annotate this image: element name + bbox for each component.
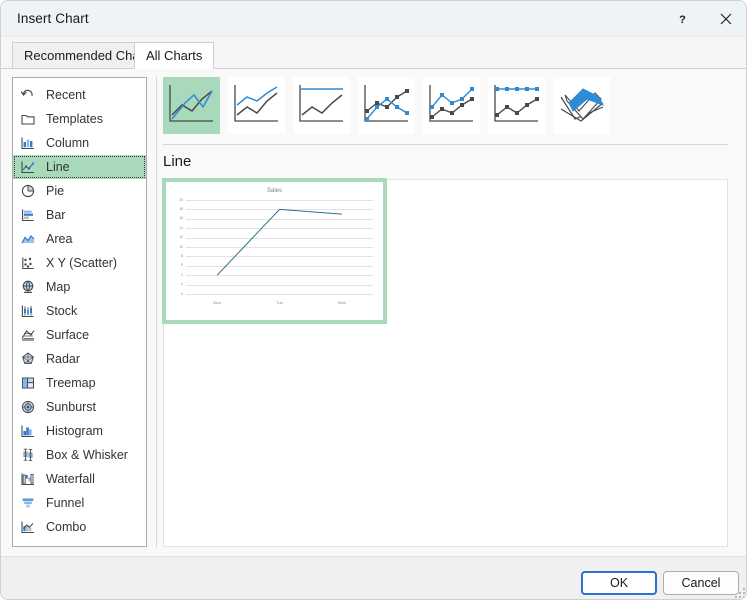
- svg-text:?: ?: [679, 14, 686, 26]
- sidebar-item-label: Funnel: [46, 496, 84, 510]
- stock-icon: [17, 301, 39, 321]
- subtype-thumbnail-strip[interactable]: [163, 77, 610, 134]
- cancel-button[interactable]: Cancel: [663, 571, 739, 595]
- sidebar-item-recent[interactable]: Recent: [13, 83, 146, 107]
- sidebar-item-label: Combo: [46, 520, 86, 534]
- chart-type-sidebar[interactable]: Recent Templates Column Line Pie Bar Area X Y (…: [12, 77, 147, 547]
- sidebar-item-label: Sunburst: [46, 400, 96, 414]
- pie-icon: [17, 181, 39, 201]
- funnel-icon: [17, 493, 39, 513]
- sidebar-item-funnel[interactable]: Funnel: [13, 491, 146, 515]
- templates-icon: [17, 109, 39, 129]
- tab-all-charts-label: All Charts: [146, 48, 202, 63]
- dialog-footer: OK Cancel: [1, 556, 747, 600]
- tab-all-charts[interactable]: All Charts: [134, 42, 214, 69]
- sidebar-item-combo[interactable]: Combo: [13, 515, 146, 539]
- close-icon[interactable]: [704, 1, 747, 37]
- radar-icon: [17, 349, 39, 369]
- help-icon[interactable]: ?: [660, 1, 704, 37]
- line-icon: [17, 157, 39, 177]
- sidebar-item-label: Histogram: [46, 424, 103, 438]
- waterfall-icon: [17, 469, 39, 489]
- scatter-icon: [17, 253, 39, 273]
- sidebar-item-label: Box & Whisker: [46, 448, 128, 462]
- column-icon: [17, 133, 39, 153]
- sidebar-item-histogram[interactable]: Histogram: [13, 419, 146, 443]
- sidebar-item-label: Column: [46, 136, 89, 150]
- sidebar-item-label: Waterfall: [46, 472, 95, 486]
- combo-icon: [17, 517, 39, 537]
- thumbnail-separator: [163, 144, 728, 145]
- sidebar-item-label: Area: [46, 232, 72, 246]
- sidebar-item-bar[interactable]: Bar: [13, 203, 146, 227]
- sidebar-item-x-y-scatter[interactable]: X Y (Scatter): [13, 251, 146, 275]
- recent-icon: [17, 85, 39, 105]
- treemap-icon: [17, 373, 39, 393]
- sidebar-item-pie[interactable]: Pie: [13, 179, 146, 203]
- tab-strip: Recommended Charts All Charts: [1, 37, 747, 69]
- subtype-thumbnail-line-with-markers[interactable]: [358, 77, 415, 134]
- sidebar-item-label: Bar: [46, 208, 65, 222]
- resize-grip[interactable]: [735, 588, 745, 598]
- sidebar-item-sunburst[interactable]: Sunburst: [13, 395, 146, 419]
- histogram-icon: [17, 421, 39, 441]
- preview-series-layer: [166, 182, 383, 320]
- subtype-thumbnail-100-percent-stacked-line[interactable]: [293, 77, 350, 134]
- surface-icon: [17, 325, 39, 345]
- sidebar-item-label: Map: [46, 280, 70, 294]
- map-icon: [17, 277, 39, 297]
- sidebar-item-label: Stock: [46, 304, 77, 318]
- sidebar-item-label: Templates: [46, 112, 103, 126]
- ok-button[interactable]: OK: [581, 571, 657, 595]
- sidebar-item-line[interactable]: Line: [13, 155, 146, 179]
- sidebar-item-stock[interactable]: Stock: [13, 299, 146, 323]
- subtype-thumbnail-line[interactable]: [163, 77, 220, 134]
- subtype-thumbnail-stacked-line[interactable]: [228, 77, 285, 134]
- sidebar-item-box-whisker[interactable]: Box & Whisker: [13, 443, 146, 467]
- sunburst-icon: [17, 397, 39, 417]
- chart-preview-card[interactable]: Sales20181614121086420MonTueWed: [162, 178, 387, 324]
- title-bar: Insert Chart ?: [1, 1, 747, 37]
- sidebar-item-label: Surface: [46, 328, 89, 342]
- sidebar-item-surface[interactable]: Surface: [13, 323, 146, 347]
- area-icon: [17, 229, 39, 249]
- chart-subtype-panel: Line Sales20181614121086420MonTueWed: [163, 77, 735, 547]
- dialog-title: Insert Chart: [17, 11, 89, 26]
- dialog-body: Recent Templates Column Line Pie Bar Area X Y (…: [1, 69, 747, 556]
- sidebar-item-label: Recent: [46, 88, 86, 102]
- subtype-thumbnail-stacked-line-with-markers[interactable]: [423, 77, 480, 134]
- chart-preview-plot: Sales20181614121086420MonTueWed: [166, 182, 383, 320]
- box-whisker-icon: [17, 445, 39, 465]
- sidebar-item-column[interactable]: Column: [13, 131, 146, 155]
- subtype-heading: Line: [163, 153, 191, 170]
- chart-type-list: Recent Templates Column Line Pie Bar Area X Y (…: [13, 78, 146, 539]
- cancel-button-label: Cancel: [682, 576, 721, 590]
- ok-button-label: OK: [610, 576, 628, 590]
- sidebar-item-label: Line: [46, 160, 70, 174]
- sidebar-item-area[interactable]: Area: [13, 227, 146, 251]
- sidebar-item-label: Treemap: [46, 376, 96, 390]
- subtype-thumbnail-3d-line[interactable]: [553, 77, 610, 134]
- sidebar-item-radar[interactable]: Radar: [13, 347, 146, 371]
- insert-chart-dialog: Insert Chart ? Recommended Charts All Ch…: [0, 0, 747, 600]
- chart-preview-area: Sales20181614121086420MonTueWed: [163, 179, 728, 547]
- sidebar-item-label: Radar: [46, 352, 80, 366]
- title-bar-buttons: ?: [660, 1, 747, 37]
- sidebar-item-templates[interactable]: Templates: [13, 107, 146, 131]
- sidebar-item-map[interactable]: Map: [13, 275, 146, 299]
- sidebar-item-waterfall[interactable]: Waterfall: [13, 467, 146, 491]
- subtype-thumbnail-100-percent-stacked-line-markers[interactable]: [488, 77, 545, 134]
- bar-icon: [17, 205, 39, 225]
- sidebar-item-label: Pie: [46, 184, 64, 198]
- sidebar-item-label: X Y (Scatter): [46, 256, 117, 270]
- preview-series-line: [217, 209, 342, 275]
- sidebar-item-treemap[interactable]: Treemap: [13, 371, 146, 395]
- panel-divider: [156, 77, 157, 547]
